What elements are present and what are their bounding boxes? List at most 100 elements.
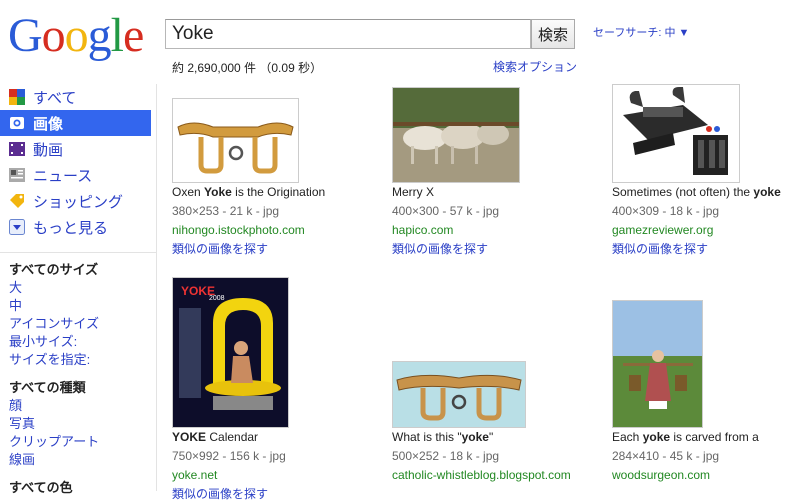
- all-icon: [9, 89, 25, 105]
- logo-letter: e: [123, 9, 144, 62]
- news-icon: [9, 167, 25, 183]
- search-input[interactable]: Yoke: [165, 19, 531, 49]
- shopping-icon: [9, 193, 25, 209]
- filter-size-custom[interactable]: サイズを指定:: [0, 351, 156, 369]
- result-url[interactable]: gamezreviewer.org: [612, 221, 802, 240]
- filter-size-heading: すべてのサイズ: [9, 262, 99, 277]
- logo-letter: l: [110, 9, 124, 62]
- title-highlight: yoke: [753, 185, 781, 199]
- logo-letter: o: [64, 9, 89, 62]
- safesearch-dropdown[interactable]: セーフサーチ: 中 ▼: [593, 24, 689, 40]
- result-url[interactable]: woodsurgeon.com: [612, 466, 802, 485]
- title-highlight: yoke: [642, 430, 671, 444]
- result-title[interactable]: Sometimes (not often) the yoke: [612, 183, 802, 202]
- similar-images-link[interactable]: 類似の画像を探す: [172, 240, 382, 259]
- filter-color-heading: すべての色: [9, 480, 73, 495]
- result-thumbnail[interactable]: [612, 300, 703, 428]
- poster-year: 2008: [209, 295, 225, 302]
- title-text: is the Origination: [231, 185, 326, 199]
- nav-label: 画像: [33, 115, 64, 133]
- result-thumbnail[interactable]: YOKE 2008: [172, 277, 289, 428]
- result-thumbnail[interactable]: [172, 98, 299, 183]
- search-options-link[interactable]: 検索オプション: [493, 58, 577, 75]
- result-card: Each yoke is carved from a 284×410 - 45 …: [612, 428, 802, 485]
- result-card: Oxen Yoke is the Origination 380×253 - 2…: [172, 183, 382, 259]
- similar-images-link[interactable]: 類似の画像を探す: [172, 485, 382, 504]
- more-icon: [9, 219, 25, 235]
- filter-type-lineart[interactable]: 線画: [0, 451, 156, 469]
- result-url[interactable]: hapico.com: [392, 221, 602, 240]
- nav-shopping[interactable]: ショッピング: [0, 188, 156, 214]
- result-meta: 500×252 - 18 k - jpg: [392, 449, 500, 463]
- nav-video[interactable]: 動画: [0, 136, 156, 162]
- video-icon: [9, 141, 25, 157]
- result-thumbnail[interactable]: [392, 87, 520, 183]
- filter-type-face[interactable]: 顔: [0, 397, 156, 415]
- logo-letter: G: [8, 9, 43, 62]
- nav-news[interactable]: ニュース: [0, 162, 156, 188]
- nav-label: ショッピング: [33, 193, 124, 211]
- result-card: Merry X 400×300 - 57 k - jpg hapico.com …: [392, 183, 602, 259]
- google-logo[interactable]: Google: [8, 8, 148, 64]
- title-text: Merry X: [392, 185, 434, 199]
- nav-more[interactable]: もっと見る: [0, 214, 156, 240]
- filter-type-clipart[interactable]: クリップアート: [0, 433, 156, 451]
- result-title[interactable]: YOKE Calendar: [172, 428, 382, 447]
- search-query: Yoke: [172, 23, 214, 44]
- title-text: Each: [612, 430, 643, 444]
- nav-label: 動画: [33, 141, 64, 159]
- oxen-photo-image: [393, 88, 519, 182]
- title-highlight: Yoke: [204, 185, 232, 199]
- result-thumbnail[interactable]: [612, 84, 740, 183]
- title-text: Sometimes (not often) the: [612, 185, 754, 199]
- calendar-poster-image: [173, 278, 288, 427]
- filter-size-min[interactable]: 最小サイズ:: [0, 333, 156, 351]
- title-text: ": [488, 430, 494, 444]
- filter-size-large[interactable]: 大: [0, 279, 156, 297]
- nav-label: もっと見る: [33, 219, 109, 237]
- title-highlight: YOKE: [172, 430, 207, 444]
- nav-all[interactable]: すべて: [0, 84, 156, 110]
- logo-letter: o: [41, 9, 66, 62]
- nav-images[interactable]: 画像: [0, 110, 151, 136]
- sidebar: すべて 画像 動画 ニュース ショッピング もっと見る すべてのサイズ 大 中 …: [0, 84, 157, 495]
- result-meta: 750×992 - 156 k - jpg: [172, 449, 286, 463]
- result-meta: 400×300 - 57 k - jpg: [392, 204, 500, 218]
- result-title[interactable]: Each yoke is carved from a: [612, 428, 802, 447]
- yoke-teal-image: [393, 362, 525, 427]
- nav-label: すべて: [33, 89, 77, 107]
- result-title[interactable]: What is this "yoke": [392, 428, 602, 447]
- person-carrying-yoke-image: [613, 301, 702, 427]
- wooden-yoke-image: [177, 122, 294, 174]
- title-text: Oxen: [172, 185, 205, 199]
- images-icon: [9, 115, 25, 131]
- result-meta: 400×309 - 18 k - jpg: [612, 204, 720, 218]
- result-url[interactable]: catholic-whistleblog.blogspot.com: [392, 466, 602, 485]
- title-highlight: yoke: [461, 430, 489, 444]
- result-title[interactable]: Oxen Yoke is the Origination: [172, 183, 382, 202]
- result-stats: 約 2,690,000 件 （0.09 秒）: [172, 61, 323, 75]
- result-card: What is this "yoke" 500×252 - 18 k - jpg…: [392, 428, 602, 485]
- similar-images-link[interactable]: 類似の画像を探す: [612, 240, 802, 259]
- title-text: What is this ": [392, 430, 462, 444]
- filter-size-icon[interactable]: アイコンサイズ: [0, 315, 156, 333]
- filter-type-heading: すべての種類: [9, 380, 86, 395]
- nav-label: ニュース: [33, 167, 93, 185]
- filter-size-medium[interactable]: 中: [0, 297, 156, 315]
- flight-yoke-image: [623, 87, 728, 175]
- search-button[interactable]: 検索: [531, 19, 575, 49]
- result-title[interactable]: Merry X: [392, 183, 602, 202]
- sidebar-divider: [0, 252, 156, 253]
- filter-type-photo[interactable]: 写真: [0, 415, 156, 433]
- result-card: Sometimes (not often) the yoke 400×309 -…: [612, 183, 802, 259]
- result-thumbnail[interactable]: [392, 361, 526, 428]
- result-meta: 284×410 - 45 k - jpg: [612, 449, 720, 463]
- result-url[interactable]: nihongo.istockphoto.com: [172, 221, 382, 240]
- title-text: Calendar: [206, 430, 259, 444]
- title-text: is carved from a: [670, 430, 759, 444]
- result-url[interactable]: yoke.net: [172, 466, 382, 485]
- similar-images-link[interactable]: 類似の画像を探す: [392, 240, 602, 259]
- logo-letter: g: [87, 9, 112, 62]
- result-card: YOKE Calendar 750×992 - 156 k - jpg yoke…: [172, 428, 382, 504]
- result-meta: 380×253 - 21 k - jpg: [172, 204, 280, 218]
